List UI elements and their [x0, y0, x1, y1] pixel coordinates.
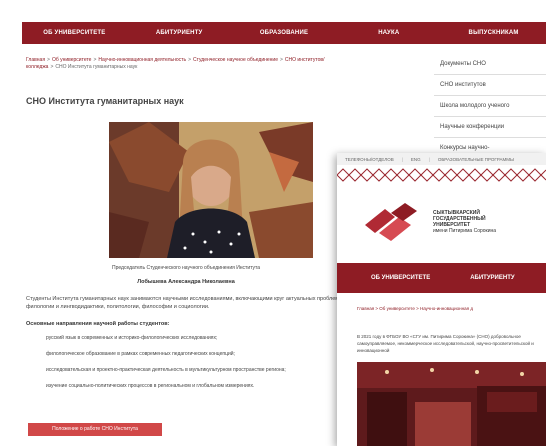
ornament-band [337, 166, 546, 184]
nav-item-about[interactable]: ОБ УНИВЕРСИТЕТЕ [22, 30, 127, 36]
popup-top-bar: ТЕЛЕФОНЫ/ОТДЕЛОВ | ENG | ОБРАЗОВАТЕЛЬНЫЕ… [337, 153, 546, 165]
list-item: филологическое образование в рамках совр… [46, 351, 235, 357]
directions-list: русский язык в современных и историко-фи… [46, 334, 338, 398]
intro-paragraph: Студенты Института гуманитарных наук зан… [26, 296, 340, 310]
main-navigation: ОБ УНИВЕРСИТЕТЕ АБИТУРИЕНТУ ОБРАЗОВАНИЕ … [22, 22, 546, 44]
breadcrumb-current: СНО Института гуманитарных наук [55, 64, 138, 70]
popup-separator: | [401, 156, 403, 162]
list-item: изучение социально-политических процессо… [46, 383, 255, 389]
popup-paragraph: В 2021 году в ФГБОУ ВО «СГУ им. Питирима… [357, 334, 534, 353]
university-name: СЫКТЫВКАРСКИЙ ГОСУДАРСТВЕННЫЙ УНИВЕРСИТЕ… [433, 210, 496, 234]
popup-top-link[interactable]: ENG [411, 157, 421, 162]
popup-navigation: ОБ УНИВЕРСИТЕТЕ АБИТУРИЕНТУ [337, 263, 546, 293]
list-item: русский язык в современных и историко-фи… [46, 335, 218, 341]
person-name: Лобышева Александра Николаевна [137, 279, 235, 285]
breadcrumb-link[interactable]: Главная [26, 57, 45, 63]
list-item: исследовательская и проектно-практическа… [46, 367, 286, 373]
nav-item-graduates[interactable]: ВЫПУСКНИКАМ [441, 30, 546, 36]
rules-button[interactable]: Положение о работе СНО Института [28, 423, 162, 436]
overlay-preview-window: ТЕЛЕФОНЫ/ОТДЕЛОВ | ENG | ОБРАЗОВАТЕЛЬНЫЕ… [337, 153, 546, 446]
chairperson-photo [109, 122, 313, 258]
sidebar-item-institutes[interactable]: СНО институтов [434, 75, 546, 96]
sidebar-item-young-scientist[interactable]: Школа молодого ученого [434, 96, 546, 117]
popup-nav-item-about[interactable]: ОБ УНИВЕРСИТЕТЕ [371, 275, 430, 281]
popup-top-link[interactable]: ТЕЛЕФОНЫ/ОТДЕЛОВ [345, 157, 394, 162]
sidebar-item-documents[interactable]: Документы СНО [434, 54, 546, 75]
breadcrumb-link[interactable]: Об университете [52, 57, 92, 63]
sidebar-menu: Документы СНО СНО институтов Школа молод… [434, 54, 546, 159]
nav-item-science[interactable]: НАУКА [336, 30, 441, 36]
page-title: СНО Института гуманитарных наук [26, 96, 184, 106]
hall-photo [357, 362, 546, 446]
logo-subtitle: имени Питирима Сорокина [433, 228, 497, 234]
nav-item-applicants[interactable]: АБИТУРИЕНТУ [127, 30, 232, 36]
popup-separator: | [428, 156, 430, 162]
popup-nav-item-applicants[interactable]: АБИТУРИЕНТУ [470, 275, 514, 281]
nav-item-education[interactable]: ОБРАЗОВАНИЕ [232, 30, 337, 36]
university-logo-icon [365, 203, 417, 241]
popup-breadcrumb[interactable]: Главная > Об университете > Научно-иннов… [357, 306, 473, 311]
breadcrumb-link[interactable]: Научно-инновационная деятельность [98, 57, 186, 63]
breadcrumb-link[interactable]: Студенческое научное объединение [193, 57, 278, 63]
sidebar-item-conferences[interactable]: Научные конференции [434, 117, 546, 138]
breadcrumb-separator: > [188, 57, 191, 63]
breadcrumb-separator: > [280, 57, 283, 63]
breadcrumb-separator: > [47, 57, 50, 63]
photo-caption: Председатель Студенческого научного объе… [111, 265, 261, 271]
directions-title: Основные направления научной работы студ… [26, 321, 170, 327]
breadcrumb: Главная > Об университете > Научно-инновацио… [26, 57, 346, 71]
popup-top-link[interactable]: ОБРАЗОВАТЕЛЬНЫЕ ПРОГРАММЫ [438, 157, 514, 162]
